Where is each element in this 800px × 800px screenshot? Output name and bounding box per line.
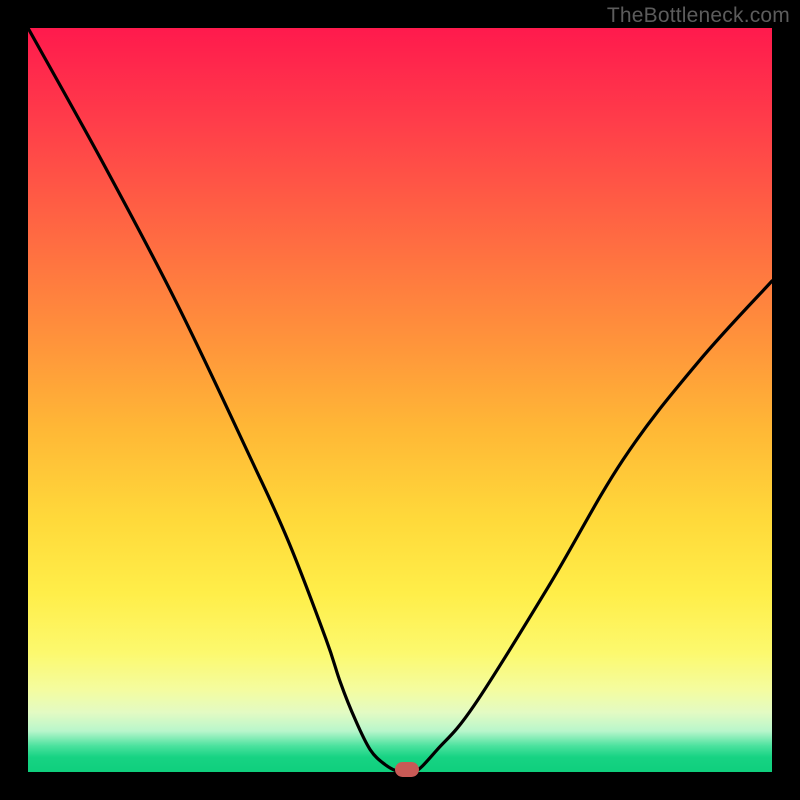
bottleneck-curve [28, 28, 772, 772]
optimal-marker [395, 762, 419, 777]
curve-path [28, 28, 772, 772]
plot-area [28, 28, 772, 772]
chart-frame: TheBottleneck.com [0, 0, 800, 800]
watermark-text: TheBottleneck.com [607, 4, 790, 28]
